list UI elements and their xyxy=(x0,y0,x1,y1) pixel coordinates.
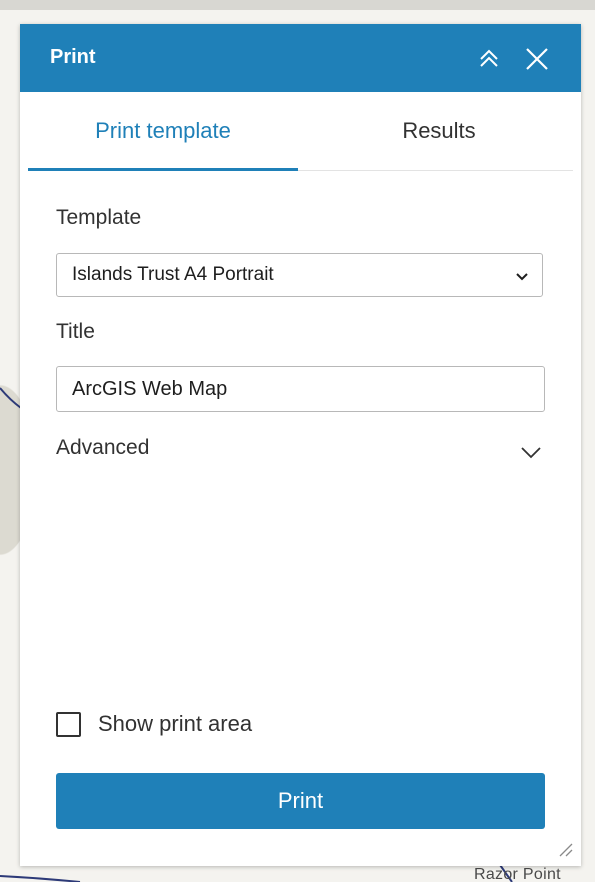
show-print-area-label: Show print area xyxy=(98,711,253,736)
template-select[interactable]: Islands Trust A4 Portrait xyxy=(56,253,543,297)
double-chevron-up-icon xyxy=(480,49,498,67)
advanced-label: Advanced xyxy=(56,436,150,459)
chevron-down-icon xyxy=(521,447,541,459)
show-print-area-toggle[interactable]: Show print area xyxy=(56,708,356,740)
advanced-toggle[interactable]: Advanced xyxy=(56,432,543,468)
panel-header: Print xyxy=(20,24,581,92)
resize-grip-icon[interactable] xyxy=(556,840,574,858)
print-button[interactable]: Print xyxy=(56,773,545,829)
tab-results[interactable]: Results xyxy=(304,92,574,170)
print-panel: Print Print template Results Template Is… xyxy=(20,24,581,866)
chevron-down-icon xyxy=(516,273,528,281)
close-icon xyxy=(526,48,548,70)
tab-print-template[interactable]: Print template xyxy=(28,92,298,171)
map-place-label: Razor Point xyxy=(474,866,561,882)
title-input[interactable] xyxy=(56,366,545,412)
map-boundary-line-left xyxy=(0,387,22,409)
collapse-button[interactable] xyxy=(474,44,504,74)
template-label: Template xyxy=(56,206,142,229)
tab-bar: Print template Results xyxy=(28,92,573,171)
title-label: Title xyxy=(56,320,95,343)
template-select-value: Islands Trust A4 Portrait xyxy=(72,264,274,285)
show-print-area-checkbox[interactable] xyxy=(56,712,81,737)
panel-title: Print xyxy=(50,46,96,68)
close-button[interactable] xyxy=(522,44,552,74)
map-top-strip xyxy=(0,0,595,10)
